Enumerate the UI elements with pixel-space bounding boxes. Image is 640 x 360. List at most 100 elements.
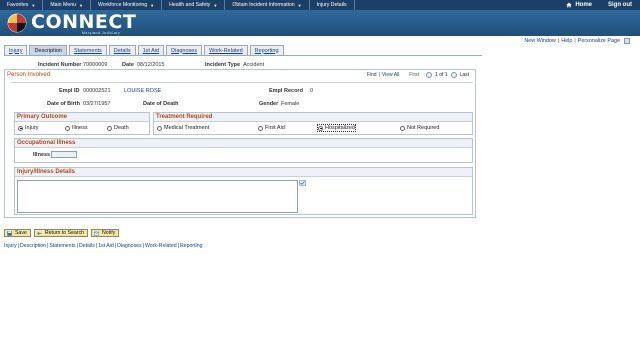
spellcheck-icon[interactable] [299,180,306,186]
signout-link[interactable]: Sign out [600,2,640,8]
return-to-search-button[interactable]: Return to Search [33,229,89,237]
first-label: First [409,72,420,78]
tab-work-related[interactable]: Work-Related [204,45,248,55]
separator: | [177,243,179,249]
notify-button-label: Notify [102,230,116,236]
radio-medical-treatment[interactable]: Medical Treatment [157,125,209,131]
radio-hospitalized-label: Hospitalized [325,125,355,131]
treatment-required-group: Treatment Required Medical Treatment Fir… [153,112,473,135]
utility-links: New Window | Help | Personalize Page [524,38,630,44]
radio-first-aid-label: First Aid [265,125,285,131]
nav-workforce-label: Workforce Monitoring [97,2,148,8]
radio-icon [65,125,70,131]
last-label: Last [459,72,469,78]
nav-workforce-monitoring[interactable]: Workforce Monitoring ▼ [91,0,163,10]
treatment-required-title: Treatment Required [154,113,472,122]
primary-outcome-title: Primary Outcome [15,113,149,122]
date-value: 08/12/2015 [137,62,165,68]
incident-number-value: 70000009 [83,62,108,68]
nav-favorites[interactable]: Favorites ▼ [0,0,44,10]
employee-name: LOUISE ROSE [124,88,162,94]
separator: | [574,38,576,44]
footer-link-reporting[interactable]: Reporting [180,243,203,249]
tab-reporting[interactable]: Reporting [249,45,284,55]
notify-button[interactable]: Notify [91,229,120,237]
empl-record-label: Empl Record [269,88,303,94]
nav-injury-label: Injury Details [316,2,347,8]
dob-value: 03/27/1957 [83,101,111,107]
empl-id-value: 000002521 [83,88,111,94]
radio-death-label: Death [114,125,129,131]
tab-details[interactable]: Details [108,45,136,55]
view-all-link[interactable]: View All [382,72,399,78]
incident-type-value: Accident [243,62,265,68]
tab-description[interactable]: Description [29,45,67,55]
nav-obtain-label: Obtain Incident Information [232,2,295,8]
brand-name: CONNECT [31,11,137,33]
radio-selected-icon [18,125,23,131]
footer-link-description[interactable]: Description [20,243,46,249]
footer-link-diagnoses[interactable]: Diagnoses [117,243,142,249]
tab-1st-aid[interactable]: 1st Aid [137,45,165,55]
radio-icon [258,125,263,131]
radio-icon [107,125,112,131]
radio-first-aid[interactable]: First Aid [258,125,285,131]
save-button[interactable]: Save [4,229,31,237]
injury-details-textarea[interactable] [17,180,298,213]
tab-diagnoses[interactable]: Diagnoses [166,45,203,55]
incident-number-label: Incident Number [38,62,82,68]
footer-link-injury[interactable]: Injury [4,243,17,249]
panel-title: Person Involved [7,72,51,78]
footer-link-work-related[interactable]: Work-Related [145,243,177,249]
separator: | [378,72,380,78]
gender-label: Gender [259,101,279,107]
person-details: Empl ID 000002521 LOUISE ROSE Empl Recor… [11,82,473,216]
top-navigation-bar: Favorites ▼ Main Menu ▼ Workforce Monitori… [0,0,640,10]
next-icon[interactable] [450,72,457,78]
radio-death[interactable]: Death [107,125,129,131]
chevron-down-icon: ▼ [150,2,155,8]
previous-icon[interactable] [426,72,433,78]
footer-link-1st-aid[interactable]: 1st Aid [98,243,114,249]
find-link[interactable]: Find [367,72,377,78]
help-link[interactable]: Help [561,38,572,44]
radio-illness-label: Illness [72,125,88,131]
nav-health-safety[interactable]: Health and Safety ▼ [162,0,226,10]
injury-details-title: Injury/Illness Details [15,168,472,177]
empl-row: Empl ID 000002521 LOUISE ROSE Empl Recor… [11,88,471,96]
radio-illness[interactable]: Illness [65,125,88,131]
chevron-down-icon: ▼ [213,2,218,8]
dob-label: Date of Birth [47,101,80,107]
radio-not-required[interactable]: Not Required [400,125,439,131]
separator: | [142,243,144,249]
nav-injury-details[interactable]: Injury Details [310,0,355,10]
separator: | [557,38,560,44]
radio-hospitalized[interactable]: Hospitalized [317,124,356,132]
separator: | [114,243,117,249]
personalize-page-link[interactable]: Personalize Page [578,38,620,44]
occupational-illness-title: Occupational Illness [15,139,472,148]
save-icon [7,230,12,236]
chevron-down-icon: ▼ [78,2,83,8]
footer-link-statements[interactable]: Statements [49,243,75,249]
radio-injury-label: Injury [25,125,39,131]
new-window-link[interactable]: New Window [524,38,555,44]
radio-selected-icon [318,125,323,131]
nav-main-menu[interactable]: Main Menu ▼ [43,0,91,10]
tab-divider [4,55,482,56]
footer-link-details[interactable]: Details [79,243,95,249]
injury-details-group: Injury/Illness Details [14,167,473,215]
illness-field[interactable] [51,151,77,158]
radio-injury[interactable]: Injury [18,125,38,131]
primary-outcome-group: Primary Outcome Injury Illness Death [14,112,150,135]
action-buttons: Save Return to Search Notify [4,229,122,237]
expand-icon[interactable] [624,38,630,44]
date-label: Date [122,62,134,68]
radio-icon [400,125,405,131]
home-link[interactable]: Home [558,2,600,8]
nav-obtain-incident[interactable]: Obtain Incident Information ▼ [225,0,310,10]
return-button-label: Return to Search [44,230,85,236]
incident-type-label: Incident Type [205,62,241,68]
tab-statements[interactable]: Statements [68,45,107,55]
tab-injury[interactable]: Injury [4,45,28,55]
